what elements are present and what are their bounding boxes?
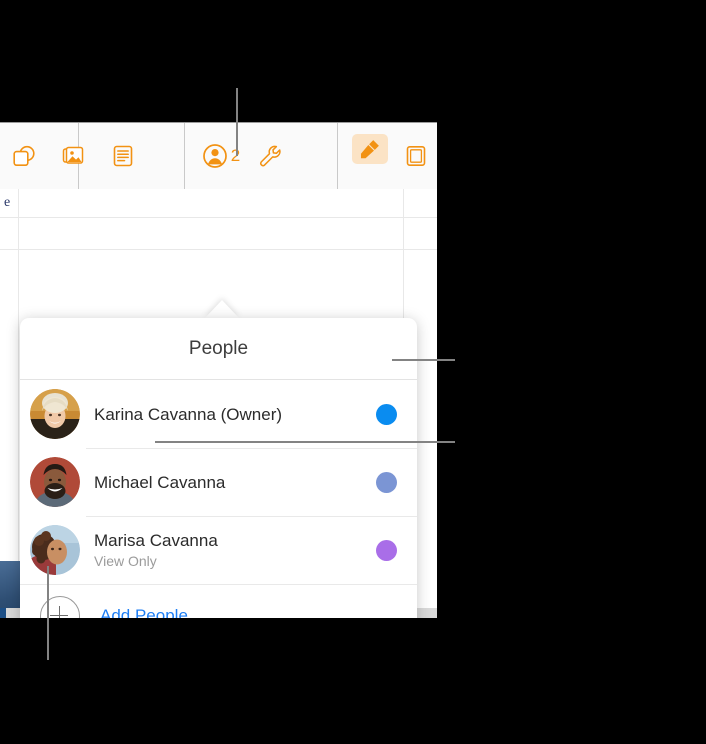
- callout-line-people-button: [236, 88, 238, 156]
- person-row-michael[interactable]: Michael Cavanna: [20, 448, 417, 516]
- person-row-karina[interactable]: Karina Cavanna (Owner): [20, 380, 417, 448]
- toolbar-button-text[interactable]: [105, 134, 141, 178]
- popover-title: People: [188, 337, 249, 359]
- person-row-marisa[interactable]: Marisa Cavanna View Only: [20, 516, 417, 584]
- shapes-icon: [13, 145, 35, 167]
- michael-avatar: [30, 457, 80, 507]
- people-popover: People Karina Cavanna (Owner) Michael Ca…: [20, 318, 417, 618]
- status-dot-karina[interactable]: [376, 403, 397, 425]
- app-window: 2 e: [0, 122, 437, 618]
- status-dot-marisa[interactable]: [376, 539, 397, 561]
- popover-arrow: [205, 300, 239, 318]
- bottom-bar-blue-segment: [0, 608, 6, 618]
- media-icon: [62, 146, 84, 164]
- row-divider: [86, 448, 417, 449]
- text-icon: [113, 145, 133, 167]
- person-permission: View Only: [94, 553, 157, 569]
- person-name: Marisa Cavanna: [94, 531, 218, 550]
- toolbar-button-document[interactable]: [398, 134, 434, 178]
- callout-line-status-dot: [392, 359, 455, 361]
- marisa-avatar: [30, 525, 80, 575]
- people-icon: [202, 144, 227, 168]
- person-info: Karina Cavanna (Owner): [94, 404, 376, 425]
- document-icon: [406, 145, 426, 166]
- add-people-row[interactable]: Add People: [20, 584, 417, 618]
- person-name: Michael Cavanna: [94, 472, 226, 492]
- status-dot-michael[interactable]: [376, 471, 397, 493]
- person-name: Karina Cavanna (Owner): [94, 404, 283, 424]
- plus-circle-icon: [40, 596, 80, 618]
- toolbar-separator: [184, 123, 185, 189]
- callout-line-share-options: [47, 566, 49, 660]
- format-icon: [360, 140, 379, 159]
- karina-avatar: [30, 389, 80, 439]
- document-gridline: [18, 189, 19, 618]
- document-gridline: [0, 249, 437, 250]
- document-gridline: [0, 217, 437, 218]
- toolbar-separator: [337, 123, 338, 189]
- document-text-fragment: e: [4, 195, 11, 210]
- row-divider: [86, 516, 417, 517]
- callout-line-view-only: [155, 441, 455, 443]
- person-info: Marisa Cavanna View Only: [94, 530, 376, 570]
- toolbar-button-tools[interactable]: [252, 134, 288, 178]
- add-people-label: Add People: [100, 606, 188, 618]
- toolbar-button-media[interactable]: [56, 134, 92, 178]
- toolbar: 2: [0, 123, 437, 190]
- popover-header: People: [20, 318, 417, 380]
- toolbar-button-people[interactable]: 2: [196, 134, 246, 178]
- toolbar-button-shape[interactable]: [6, 134, 42, 178]
- person-info: Michael Cavanna: [94, 472, 376, 493]
- tools-icon: [260, 145, 281, 167]
- toolbar-button-format[interactable]: [352, 134, 388, 164]
